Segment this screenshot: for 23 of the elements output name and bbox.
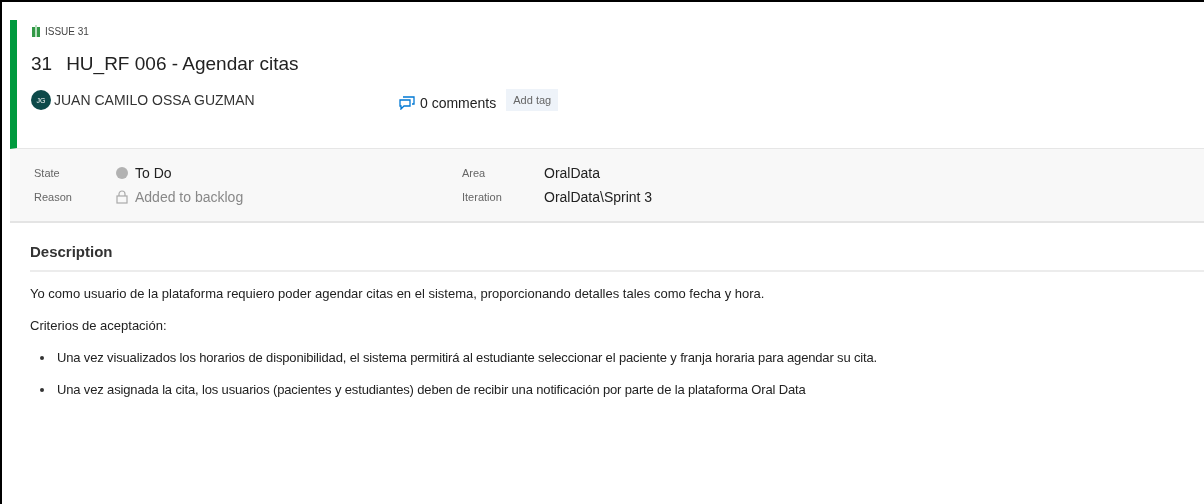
field-label: State [34,167,61,179]
list-item-text: Una vez asignada la cita, los usuarios (pacientes y estudiantes) deben de recibir una notificación por parte de la plataforma Oral Data [57,382,806,397]
bullet-icon [40,387,44,392]
lock-icon [116,190,128,204]
field-value[interactable]: To Do [135,165,172,181]
state-dot [116,167,128,179]
list-item-text: Una vez visualizados los horarios de disponibilidad, el sistema permitirá al estudiante seleccionar el paciente y franja horaria para agendar su cita. [57,350,878,365]
work-item-id: 31 [31,53,53,75]
field-label: Reason [34,191,73,203]
comments-icon [399,96,415,110]
comments-link[interactable]: 0 comments [399,95,497,111]
field-label: Iteration [462,191,503,203]
field-value[interactable]: OralData\Sprint 3 [544,189,653,205]
field-label: Area [462,167,487,179]
bullet-icon [40,355,44,360]
work-item-title[interactable]: HU_RF 006 - Agendar citas [66,53,299,75]
field-value[interactable]: OralData [544,165,601,181]
assignee-name[interactable]: JUAN CAMILO OSSA GUZMAN [54,92,255,108]
work-item-type: ISSUE 31 [45,25,89,37]
paragraph: Criterios de aceptación: [30,318,168,333]
paragraph: Yo como usuario de la plataforma requiero poder agendar citas en el sistema, proporcionando detalles tales como fecha y hora. [30,286,766,301]
add-tag-button[interactable]: Add tag [506,89,559,111]
section-heading: Description [30,223,1204,272]
